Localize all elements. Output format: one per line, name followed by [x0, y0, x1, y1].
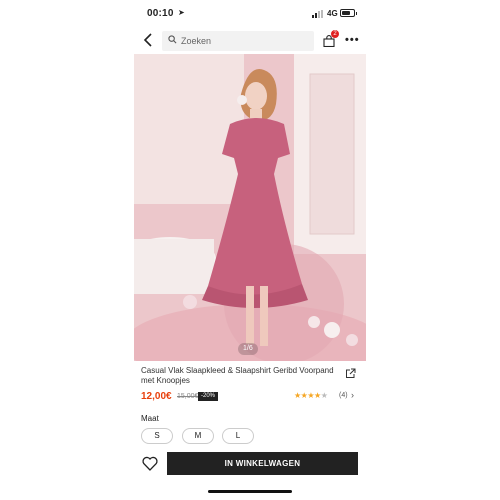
- status-bar: 00:10 ➤ 4G: [134, 0, 366, 28]
- chevron-left-icon[interactable]: [143, 33, 155, 47]
- add-to-bag-button[interactable]: IN WINKELWAGEN: [167, 452, 358, 475]
- star-filled-icon: ★: [307, 391, 315, 400]
- image-counter: 1/6: [238, 343, 258, 355]
- backdrop-left: [0, 0, 134, 500]
- home-indicator: [208, 490, 292, 493]
- battery-icon: [340, 9, 357, 17]
- location-arrow-icon: ➤: [178, 8, 185, 17]
- discount-badge: -20%: [198, 392, 219, 401]
- size-label: Maat: [141, 414, 159, 423]
- backdrop-right: [366, 0, 500, 500]
- product-title: Casual Vlak Slaapkleed & Slaapshirt Geri…: [141, 366, 334, 385]
- search-bar[interactable]: [162, 31, 314, 51]
- share-icon[interactable]: [345, 366, 356, 378]
- heart-outline-icon[interactable]: [142, 456, 158, 471]
- search-input[interactable]: [181, 36, 301, 46]
- size-option-s[interactable]: S: [141, 428, 173, 444]
- cart-count-badge: 2: [331, 30, 339, 38]
- star-filled-icon: ★: [294, 391, 301, 400]
- size-option-l[interactable]: L: [222, 428, 254, 444]
- top-nav: 2 •••: [134, 28, 366, 54]
- review-count[interactable]: (4): [339, 392, 348, 399]
- search-icon: [168, 35, 177, 47]
- cellular-signal-icon: [312, 10, 324, 18]
- size-option-m[interactable]: M: [182, 428, 214, 444]
- star-filled-icon: ★: [314, 391, 321, 400]
- current-price: 12,00€: [141, 391, 172, 402]
- phone-screen: 00:10 ➤ 4G 2 •••: [134, 0, 366, 500]
- star-rating[interactable]: ★★★★★: [294, 391, 328, 400]
- network-type: 4G: [327, 9, 338, 18]
- status-time: 00:10: [147, 8, 174, 19]
- chevron-right-icon[interactable]: ›: [351, 390, 354, 400]
- original-price: 15,00€: [177, 393, 199, 400]
- product-photo[interactable]: 1/6: [134, 54, 366, 361]
- star-empty-icon: ★: [320, 391, 328, 400]
- more-horizontal-icon[interactable]: •••: [345, 34, 360, 46]
